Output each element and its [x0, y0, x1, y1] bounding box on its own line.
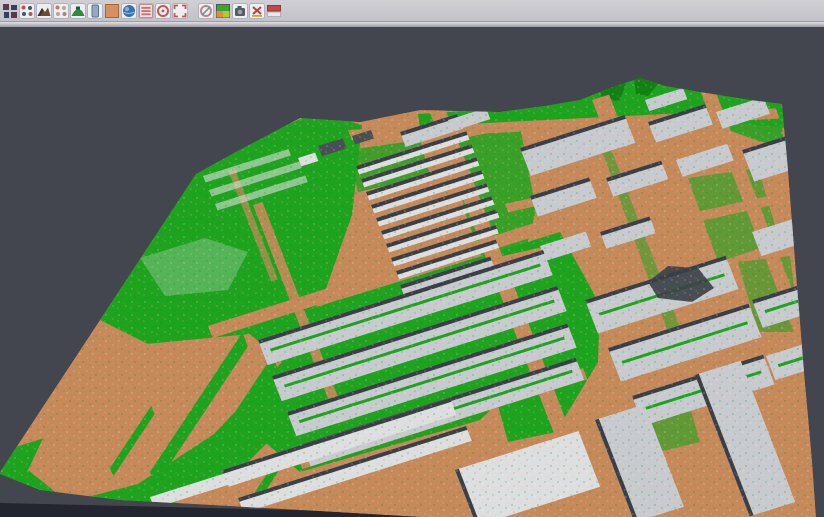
terrain-point-cloud-render[interactable]: [0, 0, 824, 517]
mountain-surface-icon[interactable]: [36, 3, 52, 19]
selection-circle-icon[interactable]: [155, 3, 171, 19]
sparse-points-icon[interactable]: [53, 3, 69, 19]
clear-markers-icon[interactable]: [249, 3, 265, 19]
point-cloud-noise: [0, 0, 824, 517]
application-window: [0, 0, 824, 517]
layer-list-icon[interactable]: [138, 3, 154, 19]
terrain-model-icon[interactable]: [70, 3, 86, 19]
ortho-image-icon[interactable]: [104, 3, 120, 19]
profile-tool-icon[interactable]: [87, 3, 103, 19]
filter-disable-icon[interactable]: [198, 3, 214, 19]
toolbar-icon-group: [0, 3, 282, 19]
open-project-icon[interactable]: [2, 3, 18, 19]
globe-view-icon[interactable]: [121, 3, 137, 19]
measure-flag-icon[interactable]: [266, 3, 282, 19]
camera-capture-icon[interactable]: [232, 3, 248, 19]
toolbar-edge: [0, 22, 824, 27]
classify-points-icon[interactable]: [19, 3, 35, 19]
3d-viewport[interactable]: [0, 0, 824, 517]
classification-colors-icon[interactable]: [215, 3, 231, 19]
selection-extent-icon[interactable]: [172, 3, 188, 19]
toolbar: [0, 0, 824, 22]
